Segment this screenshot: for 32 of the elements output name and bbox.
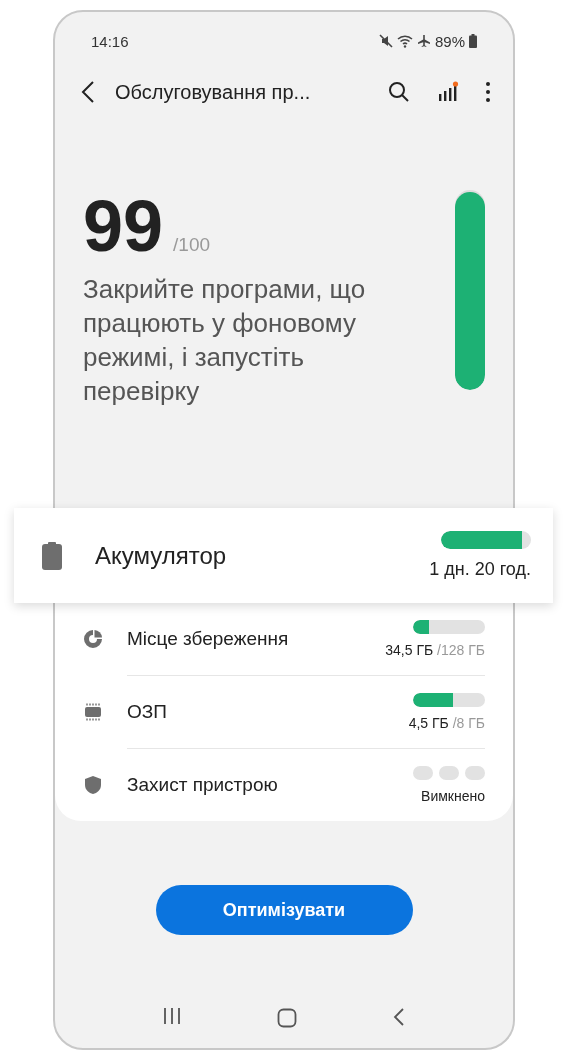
list-item[interactable]: Захист пристрою Вимкнено bbox=[127, 748, 485, 821]
battery-percent: 89% bbox=[434, 32, 465, 50]
used-amount: 4,5 ГБ bbox=[408, 715, 449, 731]
score-value: 99 bbox=[83, 186, 164, 266]
pie-chart-icon bbox=[83, 629, 103, 649]
optimize-button[interactable]: Оптимізувати bbox=[155, 885, 413, 935]
list-item[interactable]: ОЗП 4,5 ГБ /8 ГБ bbox=[127, 675, 485, 748]
status-message: Закрийте програми, що працюють у фоновому режимі, і запустіть перевірку bbox=[83, 273, 367, 408]
score-max: /100 bbox=[173, 234, 211, 256]
total-amount: /128 ГБ bbox=[437, 642, 485, 658]
airplane-icon bbox=[416, 34, 431, 48]
wifi-icon bbox=[396, 34, 413, 48]
status-text: Вимкнено bbox=[421, 788, 485, 804]
list-item[interactable]: Місце збереження 34,5 ГБ /128 ГБ bbox=[127, 603, 485, 675]
battery-time: 1 дн. 20 год. bbox=[429, 559, 531, 580]
page-title: Обслуговування пр... bbox=[115, 80, 312, 104]
mute-icon bbox=[378, 34, 393, 48]
used-amount: 34,5 ГБ bbox=[385, 642, 434, 658]
battery-label: Акумулятор bbox=[95, 541, 228, 570]
battery-card[interactable]: Акумулятор 1 дн. 20 год. bbox=[14, 508, 553, 603]
more-options-icon bbox=[485, 81, 491, 103]
total-amount: /8 ГБ bbox=[452, 715, 485, 731]
battery-icon bbox=[42, 541, 62, 570]
shield-icon bbox=[83, 775, 103, 795]
item-label: Місце збереження bbox=[127, 628, 290, 650]
back-icon bbox=[393, 1008, 405, 1026]
battery-icon bbox=[469, 34, 477, 48]
item-label: ОЗП bbox=[127, 701, 168, 723]
recent-apps-icon bbox=[163, 1008, 181, 1024]
status-time: 14:16 bbox=[91, 32, 129, 50]
chip-icon bbox=[83, 702, 103, 722]
item-label: Захист пристрою bbox=[127, 774, 279, 796]
